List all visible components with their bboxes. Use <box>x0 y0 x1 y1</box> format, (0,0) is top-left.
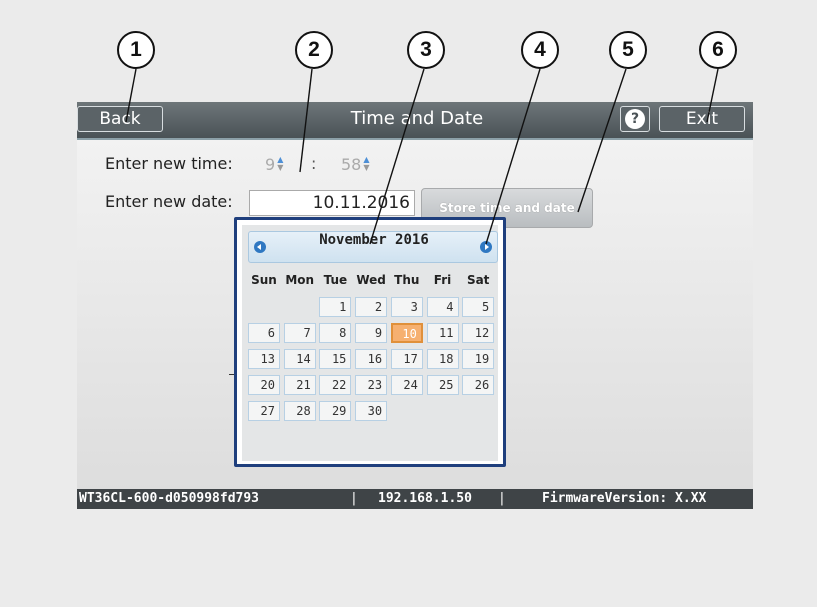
weekday-header: Mon <box>285 273 315 287</box>
calendar-day[interactable]: 8 <box>319 323 352 343</box>
calendar-day[interactable]: 29 <box>319 401 352 421</box>
calendar-day[interactable]: 20 <box>248 375 280 395</box>
calendar-day[interactable]: 14 <box>283 349 316 369</box>
page-title: Time and Date <box>350 108 484 129</box>
calendar-day[interactable]: 24 <box>390 375 423 395</box>
calendar-day[interactable]: 5 <box>462 297 495 317</box>
calendar-day[interactable]: 11 <box>426 323 459 343</box>
time-separator: : <box>311 154 317 173</box>
calendar-day[interactable]: 9 <box>355 323 388 343</box>
back-button[interactable]: Back <box>77 106 163 132</box>
next-month-icon[interactable] <box>480 241 492 253</box>
date-picker: November 2016 Sun Mon Tue Wed Thu Fri Sat 1 2 3 4 5… <box>234 217 506 467</box>
device-screen: Back Time and Date ? Exit Enter new time… <box>77 102 753 509</box>
calendar-day[interactable]: 21 <box>283 375 316 395</box>
callout-4: 4 <box>521 31 559 69</box>
minute-arrows-icon[interactable]: ▲ ▼ <box>363 156 369 172</box>
weekday-header: Thu <box>394 273 420 287</box>
hour-value: 9 <box>265 154 276 174</box>
calendar-day[interactable]: 3 <box>390 297 423 317</box>
calendar-day[interactable]: 18 <box>426 349 459 369</box>
device-name: WT36CL-600-d050998fd793 <box>79 491 260 506</box>
calendar-day[interactable]: 17 <box>390 349 423 369</box>
calendar-day[interactable]: 15 <box>319 349 352 369</box>
calendar-day[interactable]: 22 <box>319 375 352 395</box>
calendar-day[interactable]: 7 <box>283 323 316 343</box>
date-label: Enter new date: <box>105 192 233 211</box>
calendar-day[interactable]: 30 <box>355 401 388 421</box>
calendar-day[interactable]: 25 <box>426 375 459 395</box>
firmware-version: FirmwareVersion: X.XX <box>542 491 707 506</box>
hour-arrows-icon[interactable]: ▲ ▼ <box>277 156 283 172</box>
weekday-header: Sat <box>466 273 490 287</box>
hour-stepper[interactable]: 9 ▲ ▼ <box>265 152 283 176</box>
calendar-header: November 2016 <box>248 231 498 263</box>
minute-value: 58 <box>341 154 362 174</box>
ip-address: 192.168.1.50 <box>378 491 472 506</box>
callout-5: 5 <box>609 31 647 69</box>
status-separator-1: | <box>350 491 358 506</box>
calendar-day-selected[interactable]: 10 <box>390 323 423 343</box>
date-input[interactable]: 10.11.2016 <box>249 190 415 216</box>
calendar-day[interactable]: 16 <box>355 349 388 369</box>
calendar-day[interactable]: 6 <box>248 323 280 343</box>
callout-6: 6 <box>699 31 737 69</box>
prev-month-icon[interactable] <box>254 241 266 253</box>
calendar-day[interactable]: 12 <box>462 323 495 343</box>
calendar-day[interactable]: 13 <box>248 349 280 369</box>
calendar-day[interactable]: 23 <box>355 375 388 395</box>
calendar-day[interactable]: 27 <box>248 401 280 421</box>
calendar-day[interactable]: 19 <box>462 349 495 369</box>
calendar-day[interactable]: 4 <box>426 297 459 317</box>
calendar-month-title: November 2016 <box>319 232 429 248</box>
status-separator-2: | <box>498 491 506 506</box>
minute-stepper[interactable]: 58 ▲ ▼ <box>341 152 370 176</box>
time-label: Enter new time: <box>105 154 233 173</box>
weekday-header: Tue <box>323 273 348 287</box>
calendar-body: November 2016 Sun Mon Tue Wed Thu Fri Sat 1 2 3 4 5… <box>242 225 498 461</box>
weekday-header: Fri <box>433 273 452 287</box>
calendar-day[interactable]: 28 <box>283 401 316 421</box>
calendar-day[interactable]: 2 <box>355 297 388 317</box>
status-bar: WT36CL-600-d050998fd793 | 192.168.1.50 |… <box>77 489 753 509</box>
weekday-header: Wed <box>356 273 386 287</box>
callout-2: 2 <box>295 31 333 69</box>
weekday-header: Sun <box>251 273 277 287</box>
callout-1: 1 <box>117 31 155 69</box>
help-icon: ? <box>625 109 645 129</box>
calendar-day[interactable]: 1 <box>319 297 352 317</box>
header-bar: Back Time and Date ? Exit <box>77 102 753 140</box>
help-button[interactable]: ? <box>620 106 650 132</box>
callout-3: 3 <box>407 31 445 69</box>
exit-button[interactable]: Exit <box>659 106 745 132</box>
calendar-day[interactable]: 26 <box>462 375 495 395</box>
